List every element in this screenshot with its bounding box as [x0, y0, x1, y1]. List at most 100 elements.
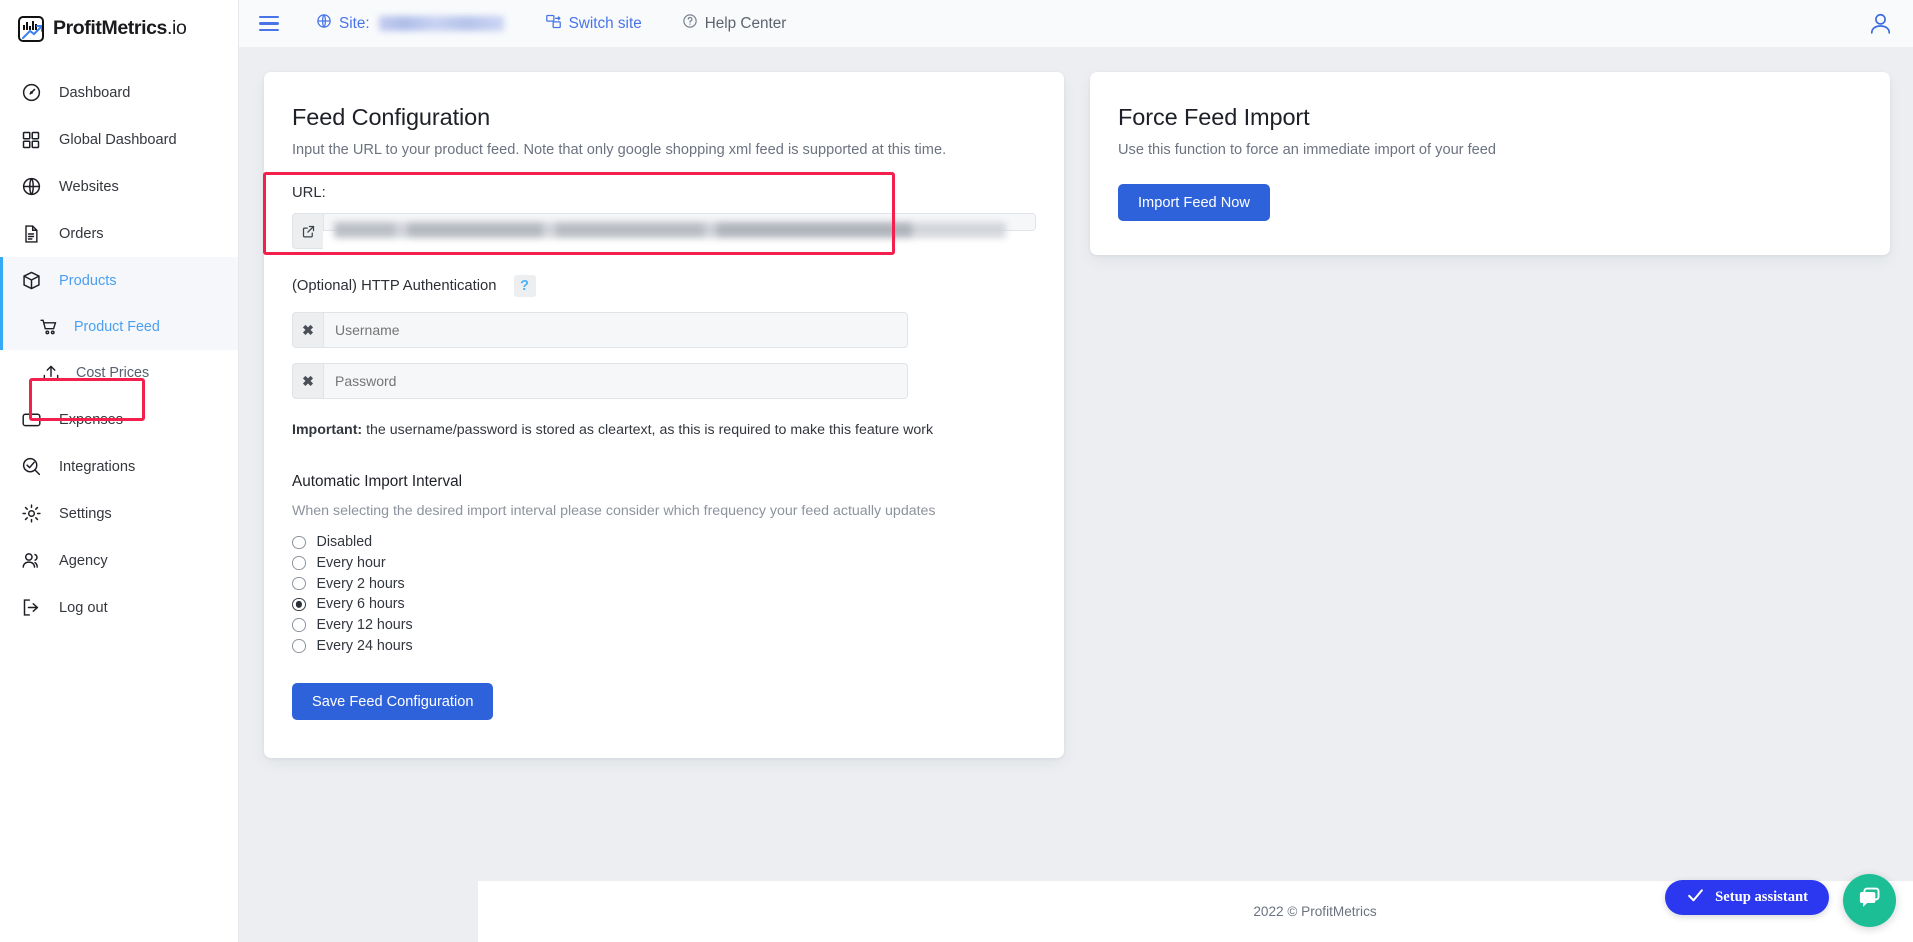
- gauge-icon: [20, 82, 42, 104]
- important-note: Important: the username/password is stor…: [292, 422, 1036, 438]
- check-icon: [1686, 886, 1705, 910]
- sidebar-item-label: Product Feed: [74, 319, 160, 335]
- sidebar-item-websites[interactable]: Websites: [0, 163, 238, 210]
- help-badge-icon[interactable]: ?: [513, 275, 536, 297]
- radio-option-disabled[interactable]: Disabled: [292, 532, 1036, 553]
- gear-icon: [20, 503, 42, 525]
- radio-label: Every 2 hours: [316, 575, 405, 592]
- radio-option-every-6-hours[interactable]: Every 6 hours: [292, 594, 1036, 615]
- sidebar-item-orders[interactable]: Orders: [0, 210, 238, 257]
- http-auth-label: (Optional) HTTP Authentication: [292, 278, 497, 294]
- radio-circle[interactable]: [292, 556, 306, 570]
- save-feed-configuration-button[interactable]: Save Feed Configuration: [292, 683, 494, 721]
- sidebar-item-products[interactable]: Products: [0, 257, 238, 304]
- force-import-subtitle: Use this function to force an immediate …: [1118, 142, 1496, 158]
- sidebar-item-label: Settings: [59, 505, 112, 522]
- url-block: URL:: [263, 172, 1036, 255]
- chat-widget-button[interactable]: [1843, 874, 1896, 927]
- sidebar-item-label: Orders: [59, 225, 104, 242]
- radio-circle-selected[interactable]: [292, 597, 306, 612]
- password-row: ✖: [292, 363, 908, 399]
- topbar: Site: Switch site Help Center: [239, 0, 1913, 47]
- footer-text: 2022 © ProfitMetrics: [1253, 904, 1377, 919]
- upload-icon: [40, 363, 61, 384]
- radio-label: Every 6 hours: [316, 596, 405, 613]
- import-interval-subtitle: When selecting the desired import interv…: [292, 503, 936, 519]
- feed-configuration-card: Feed Configuration Input the URL to your…: [263, 72, 1064, 759]
- sidebar-item-integrations[interactable]: Integrations: [0, 443, 238, 490]
- sidebar-item-label: Log out: [59, 599, 108, 616]
- radio-option-every-12-hours[interactable]: Every 12 hours: [292, 615, 1036, 636]
- logout-icon: [20, 597, 42, 619]
- brand-name: ProfitMetrics.io: [53, 17, 187, 40]
- sidebar-item-label: Products: [59, 272, 117, 289]
- sidebar-item-label: Global Dashboard: [59, 131, 177, 148]
- sidebar-item-label: Expenses: [59, 411, 124, 428]
- site-label: Site:: [339, 14, 370, 32]
- sidebar-item-label: Cost Prices: [76, 365, 150, 381]
- sidebar-item-dashboard[interactable]: Dashboard: [0, 69, 238, 116]
- url-input-wrap: [323, 213, 1036, 249]
- user-avatar-icon[interactable]: [1868, 11, 1893, 41]
- sidebar-item-cost-prices[interactable]: Cost Prices: [0, 350, 238, 396]
- switch-site-button[interactable]: Switch site: [545, 13, 642, 35]
- x-icon[interactable]: ✖: [292, 312, 323, 348]
- site-selector[interactable]: Site:: [316, 13, 504, 34]
- document-icon: [20, 223, 42, 245]
- setup-assistant-label: Setup assistant: [1715, 889, 1808, 905]
- important-label: Important:: [292, 422, 363, 438]
- username-input[interactable]: [323, 312, 908, 348]
- grid-icon: [20, 129, 42, 151]
- password-input[interactable]: [323, 363, 908, 399]
- sidebar: ProfitMetrics.io Dashboard Global Dashbo…: [0, 0, 239, 942]
- radio-option-every-hour[interactable]: Every hour: [292, 553, 1036, 574]
- wallet-icon: [20, 409, 42, 431]
- chat-bubble-icon: [1856, 885, 1883, 917]
- sidebar-item-settings[interactable]: Settings: [0, 490, 238, 537]
- url-input-group: [292, 213, 1036, 249]
- shopping-cart-icon: [38, 317, 59, 338]
- username-row: ✖: [292, 312, 908, 348]
- sidebar-item-expenses[interactable]: Expenses: [0, 396, 238, 443]
- chart-logo-icon: [18, 15, 44, 42]
- x-icon[interactable]: ✖: [292, 363, 323, 399]
- radio-label: Disabled: [316, 534, 373, 551]
- radio-circle[interactable]: [292, 535, 306, 550]
- radio-label: Every hour: [316, 555, 386, 572]
- brand-logo-area[interactable]: ProfitMetrics.io: [0, 0, 238, 57]
- force-feed-import-card: Force Feed Import Use this function to f…: [1090, 72, 1890, 255]
- sidebar-item-product-feed[interactable]: Product Feed: [0, 304, 238, 350]
- radio-option-every-2-hours[interactable]: Every 2 hours: [292, 573, 1036, 594]
- sidebar-item-agency[interactable]: Agency: [0, 537, 238, 584]
- box-icon: [20, 270, 42, 292]
- feed-config-subtitle: Input the URL to your product feed. Note…: [292, 142, 947, 158]
- sidebar-nav: Dashboard Global Dashboard Websites Orde…: [0, 57, 238, 631]
- sidebar-item-logout[interactable]: Log out: [0, 584, 238, 631]
- important-text: the username/password is stored as clear…: [362, 422, 934, 438]
- radio-option-every-24-hours[interactable]: Every 24 hours: [292, 635, 1036, 656]
- sidebar-item-label: Dashboard: [59, 84, 131, 101]
- setup-assistant-button[interactable]: Setup assistant: [1665, 880, 1829, 915]
- radio-circle[interactable]: [292, 576, 306, 591]
- radio-label: Every 24 hours: [316, 637, 413, 654]
- radio-circle[interactable]: [292, 639, 306, 653]
- brand-suffix-text: .io: [167, 17, 187, 39]
- force-import-title: Force Feed Import: [1118, 104, 1310, 130]
- help-center-button[interactable]: Help Center: [682, 13, 787, 34]
- import-feed-now-button[interactable]: Import Feed Now: [1118, 184, 1270, 221]
- hamburger-icon[interactable]: [259, 16, 279, 31]
- users-icon: [20, 550, 42, 572]
- help-center-label: Help Center: [704, 14, 787, 32]
- sidebar-item-global-dashboard[interactable]: Global Dashboard: [0, 116, 238, 163]
- content-area: Feed Configuration Input the URL to your…: [239, 47, 1913, 942]
- sidebar-item-label: Integrations: [59, 458, 136, 475]
- url-value-redacted: [334, 222, 1006, 238]
- site-value-redacted: [378, 16, 504, 31]
- radio-circle[interactable]: [292, 618, 306, 632]
- search-check-icon: [20, 456, 42, 478]
- sidebar-item-label: Agency: [59, 552, 108, 569]
- import-interval-title: Automatic Import Interval: [292, 473, 463, 490]
- external-link-icon[interactable]: [292, 213, 323, 249]
- globe-icon: [20, 176, 42, 198]
- arrow-up-icon: [22, 24, 42, 39]
